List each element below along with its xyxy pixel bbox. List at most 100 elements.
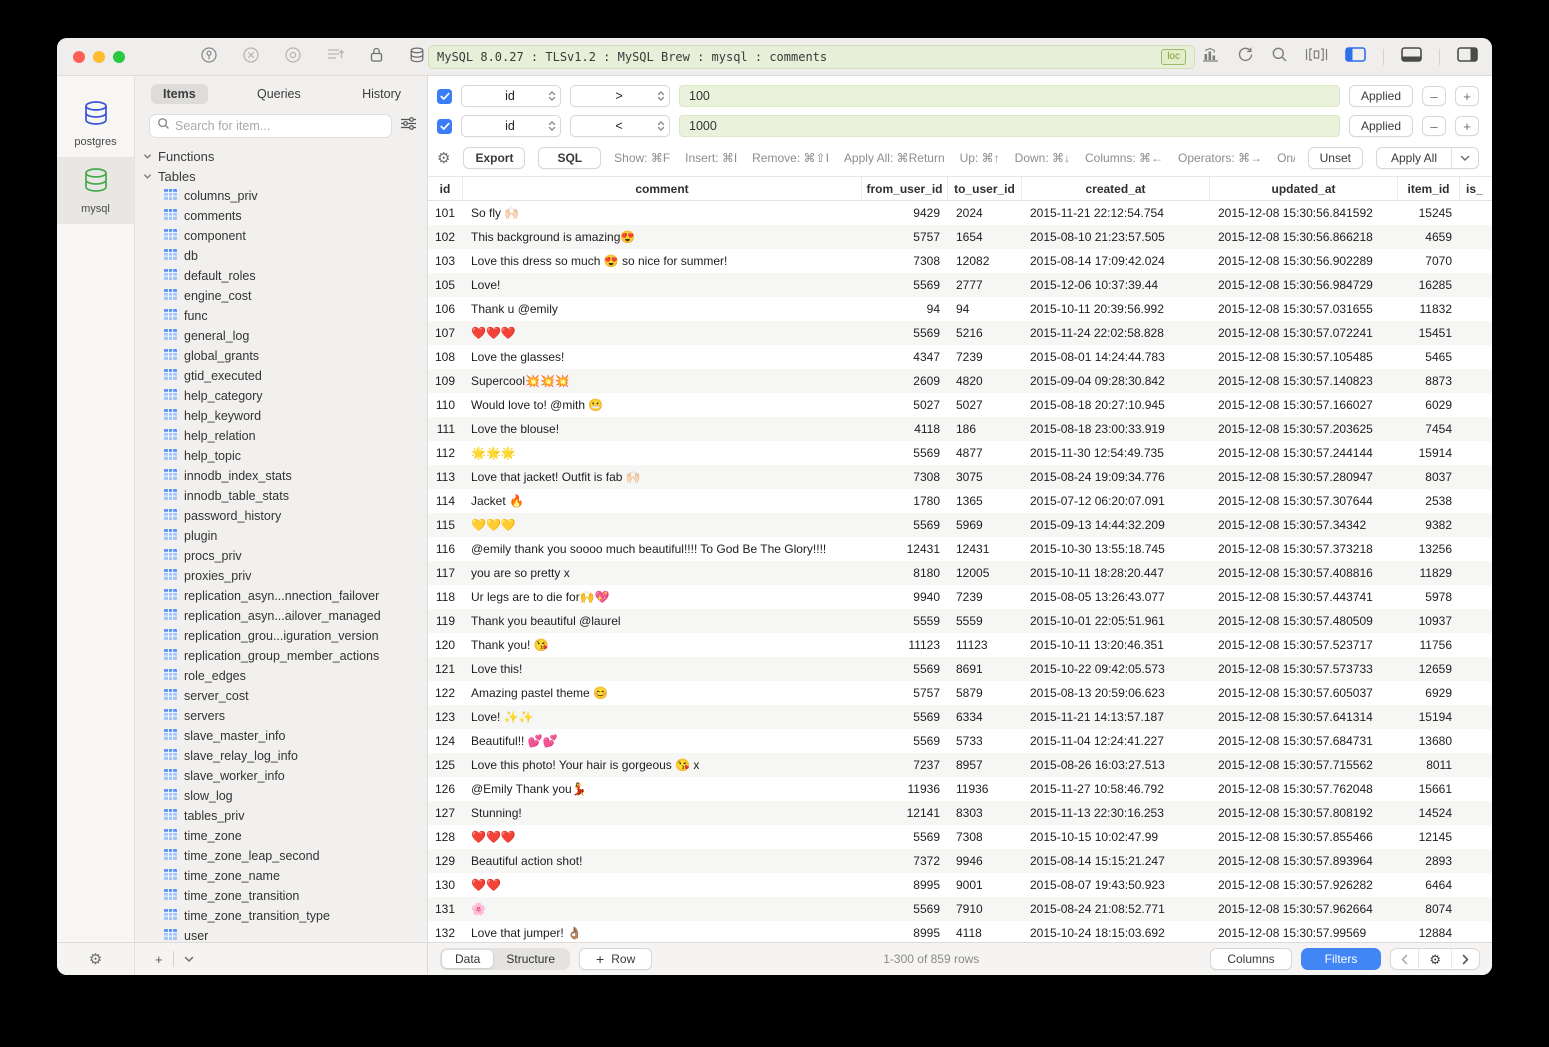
tree-item-table[interactable]: plugin — [135, 526, 427, 546]
cell-item-id[interactable]: 6464 — [1398, 873, 1460, 897]
cell-created-at[interactable]: 2015-12-06 10:37:39.44 — [1022, 273, 1210, 297]
cell-is-[interactable] — [1460, 561, 1492, 585]
cell-comment[interactable]: Supercool💥💥💥 — [463, 369, 862, 393]
cell-to-user-id[interactable]: 8691 — [948, 657, 1022, 681]
tree-item-table[interactable]: help_category — [135, 386, 427, 406]
cell-comment[interactable]: Love this dress so much 😍 so nice for su… — [463, 249, 862, 273]
cell-is-[interactable] — [1460, 513, 1492, 537]
tree-item-table[interactable]: component — [135, 226, 427, 246]
cell-id[interactable]: 125 — [428, 753, 463, 777]
cell-from-user-id[interactable]: 5569 — [862, 273, 948, 297]
table-row[interactable]: 113Love that jacket! Outfit is fab 🙌🏻730… — [428, 465, 1492, 489]
cell-id[interactable]: 111 — [428, 417, 463, 441]
cell-updated-at[interactable]: 2015-12-08 15:30:57.641314 — [1210, 705, 1398, 729]
cell-comment[interactable]: Would love to! @mith 😬 — [463, 393, 862, 417]
cell-id[interactable]: 108 — [428, 345, 463, 369]
cell-updated-at[interactable]: 2015-12-08 15:30:56.841592 — [1210, 201, 1398, 225]
cell-item-id[interactable]: 10937 — [1398, 609, 1460, 633]
table-row[interactable]: 105Love!556927772015-12-06 10:37:39.4420… — [428, 273, 1492, 297]
cell-id[interactable]: 128 — [428, 825, 463, 849]
center-content-icon[interactable] — [1305, 47, 1328, 67]
cell-to-user-id[interactable]: 5969 — [948, 513, 1022, 537]
cell-is-[interactable] — [1460, 609, 1492, 633]
cell-comment[interactable]: Love this! — [463, 657, 862, 681]
cell-to-user-id[interactable]: 5027 — [948, 393, 1022, 417]
tree-item-table[interactable]: role_edges — [135, 666, 427, 686]
cell-updated-at[interactable]: 2015-12-08 15:30:57.715562 — [1210, 753, 1398, 777]
table-row[interactable]: 122Amazing pastel theme 😊575758792015-08… — [428, 681, 1492, 705]
remove-filter-button[interactable]: – — [1422, 86, 1446, 106]
cell-to-user-id[interactable]: 5559 — [948, 609, 1022, 633]
cell-updated-at[interactable]: 2015-12-08 15:30:57.280947 — [1210, 465, 1398, 489]
tree-item-table[interactable]: tables_priv — [135, 806, 427, 826]
tree-item-table[interactable]: columns_priv — [135, 186, 427, 206]
cell-item-id[interactable]: 8873 — [1398, 369, 1460, 393]
cell-item-id[interactable]: 12884 — [1398, 921, 1460, 942]
cell-item-id[interactable]: 15661 — [1398, 777, 1460, 801]
cell-updated-at[interactable]: 2015-12-08 15:30:57.962664 — [1210, 897, 1398, 921]
cell-from-user-id[interactable]: 5757 — [862, 225, 948, 249]
tree-item-table[interactable]: gtid_executed — [135, 366, 427, 386]
cell-from-user-id[interactable]: 5569 — [862, 897, 948, 921]
cell-is-[interactable] — [1460, 393, 1492, 417]
connection-mysql[interactable]: mysql — [57, 157, 134, 224]
cell-comment[interactable]: Love! ✨✨ — [463, 705, 862, 729]
cell-updated-at[interactable]: 2015-12-08 15:30:56.902289 — [1210, 249, 1398, 273]
database-icon[interactable] — [408, 46, 426, 69]
table-row[interactable]: 124Beautiful!! 💕💕556957332015-11-04 12:2… — [428, 729, 1492, 753]
cell-to-user-id[interactable]: 11123 — [948, 633, 1022, 657]
export-button[interactable]: Export — [463, 147, 525, 169]
cell-comment[interactable]: Ur legs are to die for🙌💖 — [463, 585, 862, 609]
cell-is-[interactable] — [1460, 345, 1492, 369]
cell-id[interactable]: 117 — [428, 561, 463, 585]
filter-value-input[interactable] — [679, 115, 1340, 137]
cell-created-at[interactable]: 2015-10-15 10:02:47.99 — [1022, 825, 1210, 849]
cell-from-user-id[interactable]: 5569 — [862, 729, 948, 753]
cell-is-[interactable] — [1460, 297, 1492, 321]
cell-to-user-id[interactable]: 4877 — [948, 441, 1022, 465]
cell-from-user-id[interactable]: 7308 — [862, 249, 948, 273]
cell-comment[interactable]: Love that jumper! 👌🏽 — [463, 921, 862, 942]
cell-to-user-id[interactable]: 7308 — [948, 825, 1022, 849]
cell-created-at[interactable]: 2015-11-24 22:02:58.828 — [1022, 321, 1210, 345]
cell-updated-at[interactable]: 2015-12-08 15:30:57.408816 — [1210, 561, 1398, 585]
next-page-icon[interactable] — [1451, 949, 1479, 969]
cell-id[interactable]: 120 — [428, 633, 463, 657]
cell-created-at[interactable]: 2015-10-24 18:15:03.692 — [1022, 921, 1210, 942]
cell-to-user-id[interactable]: 9946 — [948, 849, 1022, 873]
tree-item-table[interactable]: time_zone_leap_second — [135, 846, 427, 866]
table-row[interactable]: 130❤️❤️899590012015-08-07 19:43:50.92320… — [428, 873, 1492, 897]
column-header-updated-at[interactable]: updated_at — [1210, 177, 1398, 200]
cell-item-id[interactable]: 11829 — [1398, 561, 1460, 585]
table-row[interactable]: 129Beautiful action shot!737299462015-08… — [428, 849, 1492, 873]
column-header-id[interactable]: id — [428, 177, 463, 200]
tree-item-table[interactable]: procs_priv — [135, 546, 427, 566]
cell-comment[interactable]: ❤️❤️ — [463, 873, 862, 897]
add-filter-button[interactable]: + — [1455, 116, 1479, 136]
lock-icon[interactable] — [369, 46, 384, 68]
cell-comment[interactable]: Love! — [463, 273, 862, 297]
cell-item-id[interactable]: 8074 — [1398, 897, 1460, 921]
column-header-to-user-id[interactable]: to_user_id — [948, 177, 1022, 200]
cell-id[interactable]: 110 — [428, 393, 463, 417]
cell-from-user-id[interactable]: 8180 — [862, 561, 948, 585]
cell-to-user-id[interactable]: 2024 — [948, 201, 1022, 225]
filter-field-select[interactable]: id — [461, 85, 561, 107]
table-row[interactable]: 102This background is amazing😍5757165420… — [428, 225, 1492, 249]
cell-comment[interactable]: Love the glasses! — [463, 345, 862, 369]
columns-button[interactable]: Columns — [1210, 948, 1291, 970]
sql-button[interactable]: SQL — [538, 147, 601, 169]
cell-is-[interactable] — [1460, 225, 1492, 249]
cell-from-user-id[interactable]: 9429 — [862, 201, 948, 225]
tab-structure[interactable]: Structure — [493, 950, 568, 968]
cell-to-user-id[interactable]: 4820 — [948, 369, 1022, 393]
cell-to-user-id[interactable]: 12082 — [948, 249, 1022, 273]
cell-created-at[interactable]: 2015-10-22 09:42:05.573 — [1022, 657, 1210, 681]
cell-from-user-id[interactable]: 7237 — [862, 753, 948, 777]
cell-updated-at[interactable]: 2015-12-08 15:30:57.031655 — [1210, 297, 1398, 321]
table-row[interactable]: 120Thank you! 😘11123111232015-10-11 13:2… — [428, 633, 1492, 657]
cell-updated-at[interactable]: 2015-12-08 15:30:57.166027 — [1210, 393, 1398, 417]
cell-created-at[interactable]: 2015-11-04 12:24:41.227 — [1022, 729, 1210, 753]
cell-created-at[interactable]: 2015-11-21 22:12:54.754 — [1022, 201, 1210, 225]
connection-settings-gear-icon[interactable]: ⚙ — [89, 952, 102, 967]
